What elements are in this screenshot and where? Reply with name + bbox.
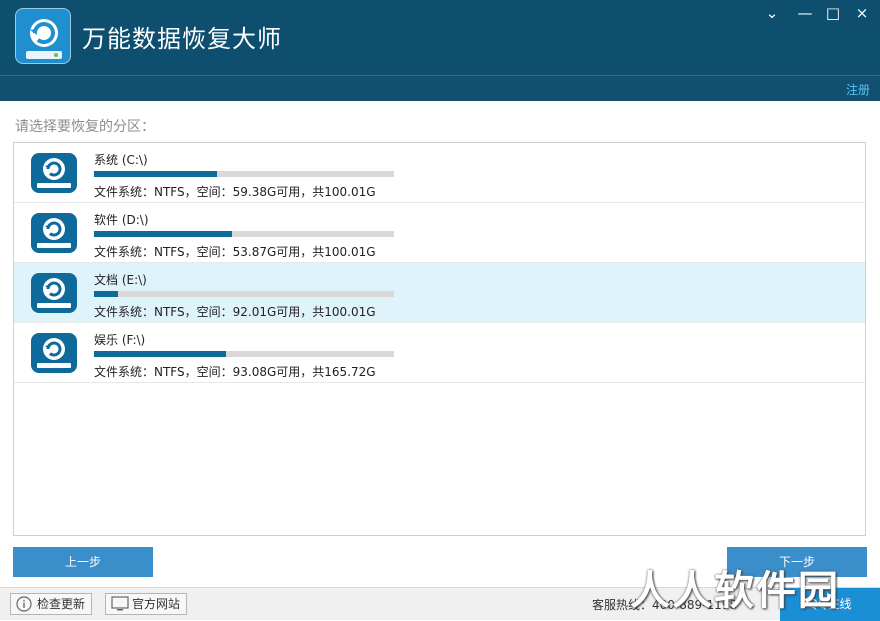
close-button[interactable]: × <box>852 4 872 22</box>
disk-icon <box>31 153 77 193</box>
disk-icon <box>31 273 77 313</box>
usage-bar <box>94 231 394 237</box>
usage-bar <box>94 171 394 177</box>
app-title: 万能数据恢复大师 <box>82 25 282 53</box>
usage-bar <box>94 351 394 357</box>
partition-name: 系统 (C:\) <box>94 153 148 167</box>
partition-row[interactable]: 系统 (C:\) 文件系统：NTFS，空间：59.38G可用，共100.01G <box>14 143 865 203</box>
partition-row[interactable]: 软件 (D:\) 文件系统：NTFS，空间：53.87G可用，共100.01G <box>14 203 865 263</box>
maximize-button[interactable]: □ <box>823 4 843 22</box>
select-partition-prompt: 请选择要恢复的分区： <box>15 119 155 135</box>
partition-info: 文件系统：NTFS，空间：53.87G可用，共100.01G <box>94 245 376 259</box>
partition-name: 娱乐 (F:\) <box>94 333 146 347</box>
prev-step-button[interactable]: 上一步 <box>13 547 153 577</box>
official-site-button[interactable]: 官方网站 <box>105 593 188 615</box>
app-logo-icon <box>15 8 71 64</box>
partition-info: 文件系统：NTFS，空间：92.01G可用，共100.01G <box>94 305 376 319</box>
title-bar: 万能数据恢复大师 ⌄ — □ × <box>0 0 880 75</box>
info-icon <box>16 596 32 612</box>
partition-info: 文件系统：NTFS，空间：93.08G可用，共165.72G <box>94 365 376 379</box>
sub-bar: 注册 <box>0 75 880 101</box>
disk-icon <box>31 333 77 373</box>
check-update-label: 检查更新 <box>37 597 86 611</box>
official-site-label: 官方网站 <box>132 597 181 611</box>
partition-name: 文档 (E:\) <box>94 273 147 287</box>
dropdown-icon[interactable]: ⌄ <box>762 4 782 22</box>
usage-bar <box>94 291 394 297</box>
usage-fill <box>94 291 118 297</box>
disk-icon <box>31 213 77 253</box>
watermark: 人人软件园 <box>630 568 840 614</box>
minimize-button[interactable]: — <box>795 4 815 22</box>
partition-name: 软件 (D:\) <box>94 213 149 227</box>
usage-fill <box>94 351 226 357</box>
partition-row[interactable]: 娱乐 (F:\) 文件系统：NTFS，空间：93.08G可用，共165.72G <box>14 323 865 383</box>
partition-list: 系统 (C:\) 文件系统：NTFS，空间：59.38G可用，共100.01G … <box>13 142 866 536</box>
usage-fill <box>94 231 232 237</box>
partition-info: 文件系统：NTFS，空间：59.38G可用，共100.01G <box>94 185 376 199</box>
partition-row[interactable]: 文档 (E:\) 文件系统：NTFS，空间：92.01G可用，共100.01G <box>14 263 865 323</box>
monitor-icon <box>111 596 129 611</box>
usage-fill <box>94 171 217 177</box>
register-link[interactable]: 注册 <box>846 81 870 98</box>
check-update-button[interactable]: 检查更新 <box>10 593 93 615</box>
